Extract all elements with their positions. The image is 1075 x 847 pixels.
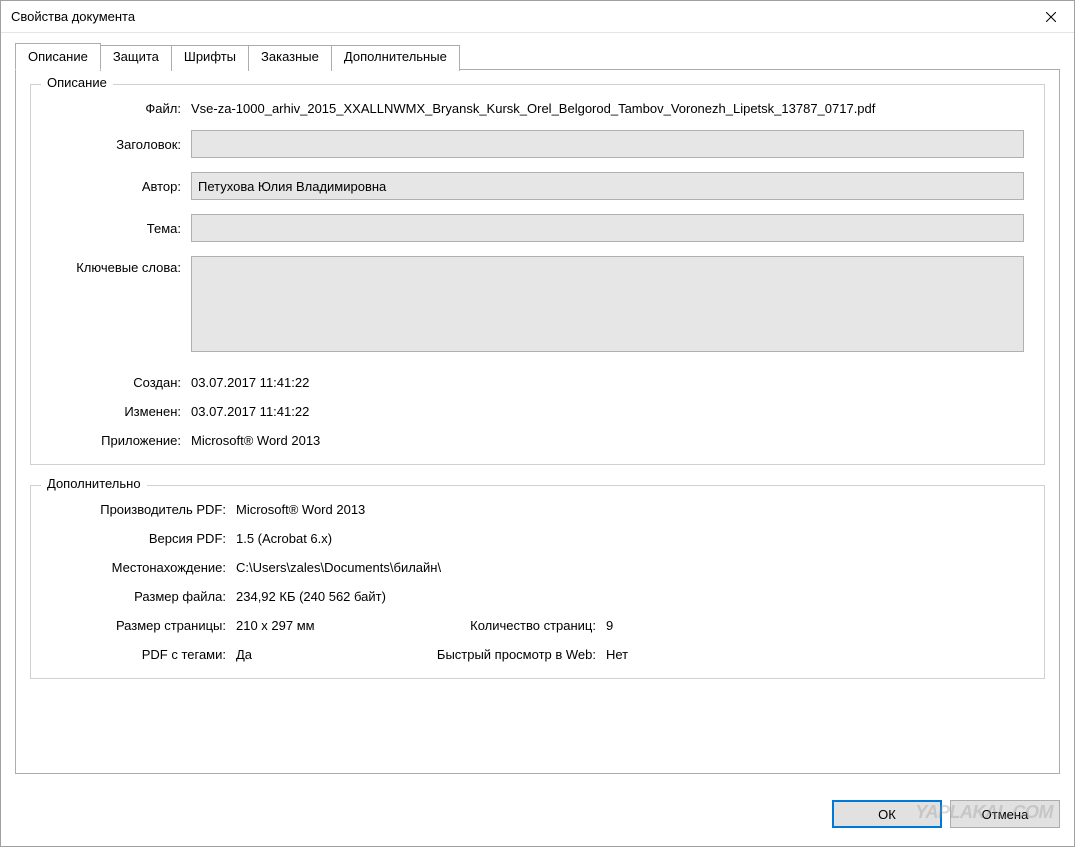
author-input[interactable] [191,172,1024,200]
version-value: 1.5 (Acrobat 6.x) [236,531,1024,546]
webview-value: Нет [606,647,628,662]
cancel-button[interactable]: Отмена [950,800,1060,828]
row-file: Файл: Vse-za-1000_arhiv_2015_XXALLNWMX_B… [51,101,1024,116]
row-subject: Тема: [51,214,1024,242]
titlebar: Свойства документа [1,1,1074,33]
pagecount-value: 9 [606,618,613,633]
row-version: Версия PDF: 1.5 (Acrobat 6.x) [51,531,1024,546]
webview-label: Быстрый просмотр в Web: [426,647,606,662]
modified-value: 03.07.2017 11:41:22 [191,404,1024,419]
subject-input[interactable] [191,214,1024,242]
modified-label: Изменен: [51,404,191,419]
row-application: Приложение: Microsoft® Word 2013 [51,433,1024,448]
row-title: Заголовок: [51,130,1024,158]
row-location: Местонахождение: C:\Users\zales\Document… [51,560,1024,575]
title-input[interactable] [191,130,1024,158]
subject-label: Тема: [51,221,191,236]
version-label: Версия PDF: [51,531,236,546]
pagecount-label: Количество страниц: [426,618,606,633]
description-group: Описание Файл: Vse-za-1000_arhiv_2015_XX… [30,84,1045,465]
row-pagesize-pagecount: Размер страницы: 210 x 297 мм Количество… [51,618,1024,633]
row-tagged-webview: PDF с тегами: Да Быстрый просмотр в Web:… [51,647,1024,662]
application-value: Microsoft® Word 2013 [191,433,1024,448]
file-value: Vse-za-1000_arhiv_2015_XXALLNWMX_Bryansk… [191,101,1024,116]
keywords-input[interactable] [191,256,1024,352]
created-label: Создан: [51,375,191,390]
tab-fonts[interactable]: Шрифты [171,45,249,71]
file-label: Файл: [51,101,191,116]
row-keywords: Ключевые слова: [51,256,1024,355]
producer-value: Microsoft® Word 2013 [236,502,1024,517]
additional-legend: Дополнительно [41,476,147,491]
application-label: Приложение: [51,433,191,448]
author-label: Автор: [51,179,191,194]
row-author: Автор: [51,172,1024,200]
location-value: C:\Users\zales\Documents\билайн\ [236,560,1024,575]
dialog-content: Описание Защита Шрифты Заказные Дополнит… [1,33,1074,788]
row-filesize: Размер файла: 234,92 КБ (240 562 байт) [51,589,1024,604]
keywords-label: Ключевые слова: [51,256,191,275]
producer-label: Производитель PDF: [51,502,236,517]
tab-description[interactable]: Описание [15,43,101,70]
tab-bar: Описание Защита Шрифты Заказные Дополнит… [15,43,1060,69]
additional-group: Дополнительно Производитель PDF: Microso… [30,485,1045,679]
tab-custom[interactable]: Заказные [248,45,332,71]
tab-panel-description: Описание Файл: Vse-za-1000_arhiv_2015_XX… [15,69,1060,774]
filesize-label: Размер файла: [51,589,236,604]
dialog-window: Свойства документа Описание Защита Шрифт… [0,0,1075,847]
description-legend: Описание [41,75,113,90]
pagesize-value: 210 x 297 мм [236,618,315,633]
dialog-footer: ОК Отмена [1,788,1074,846]
row-created: Создан: 03.07.2017 11:41:22 [51,375,1024,390]
location-label: Местонахождение: [51,560,236,575]
close-button[interactable] [1028,2,1074,32]
title-label: Заголовок: [51,137,191,152]
tagged-label: PDF с тегами: [51,647,236,662]
tab-additional[interactable]: Дополнительные [331,45,460,71]
created-value: 03.07.2017 11:41:22 [191,375,1024,390]
window-title: Свойства документа [11,9,1028,24]
close-icon [1046,12,1056,22]
tagged-value: Да [236,647,252,662]
row-modified: Изменен: 03.07.2017 11:41:22 [51,404,1024,419]
filesize-value: 234,92 КБ (240 562 байт) [236,589,1024,604]
tab-security[interactable]: Защита [100,45,172,71]
pagesize-label: Размер страницы: [51,618,236,633]
ok-button[interactable]: ОК [832,800,942,828]
row-producer: Производитель PDF: Microsoft® Word 2013 [51,502,1024,517]
